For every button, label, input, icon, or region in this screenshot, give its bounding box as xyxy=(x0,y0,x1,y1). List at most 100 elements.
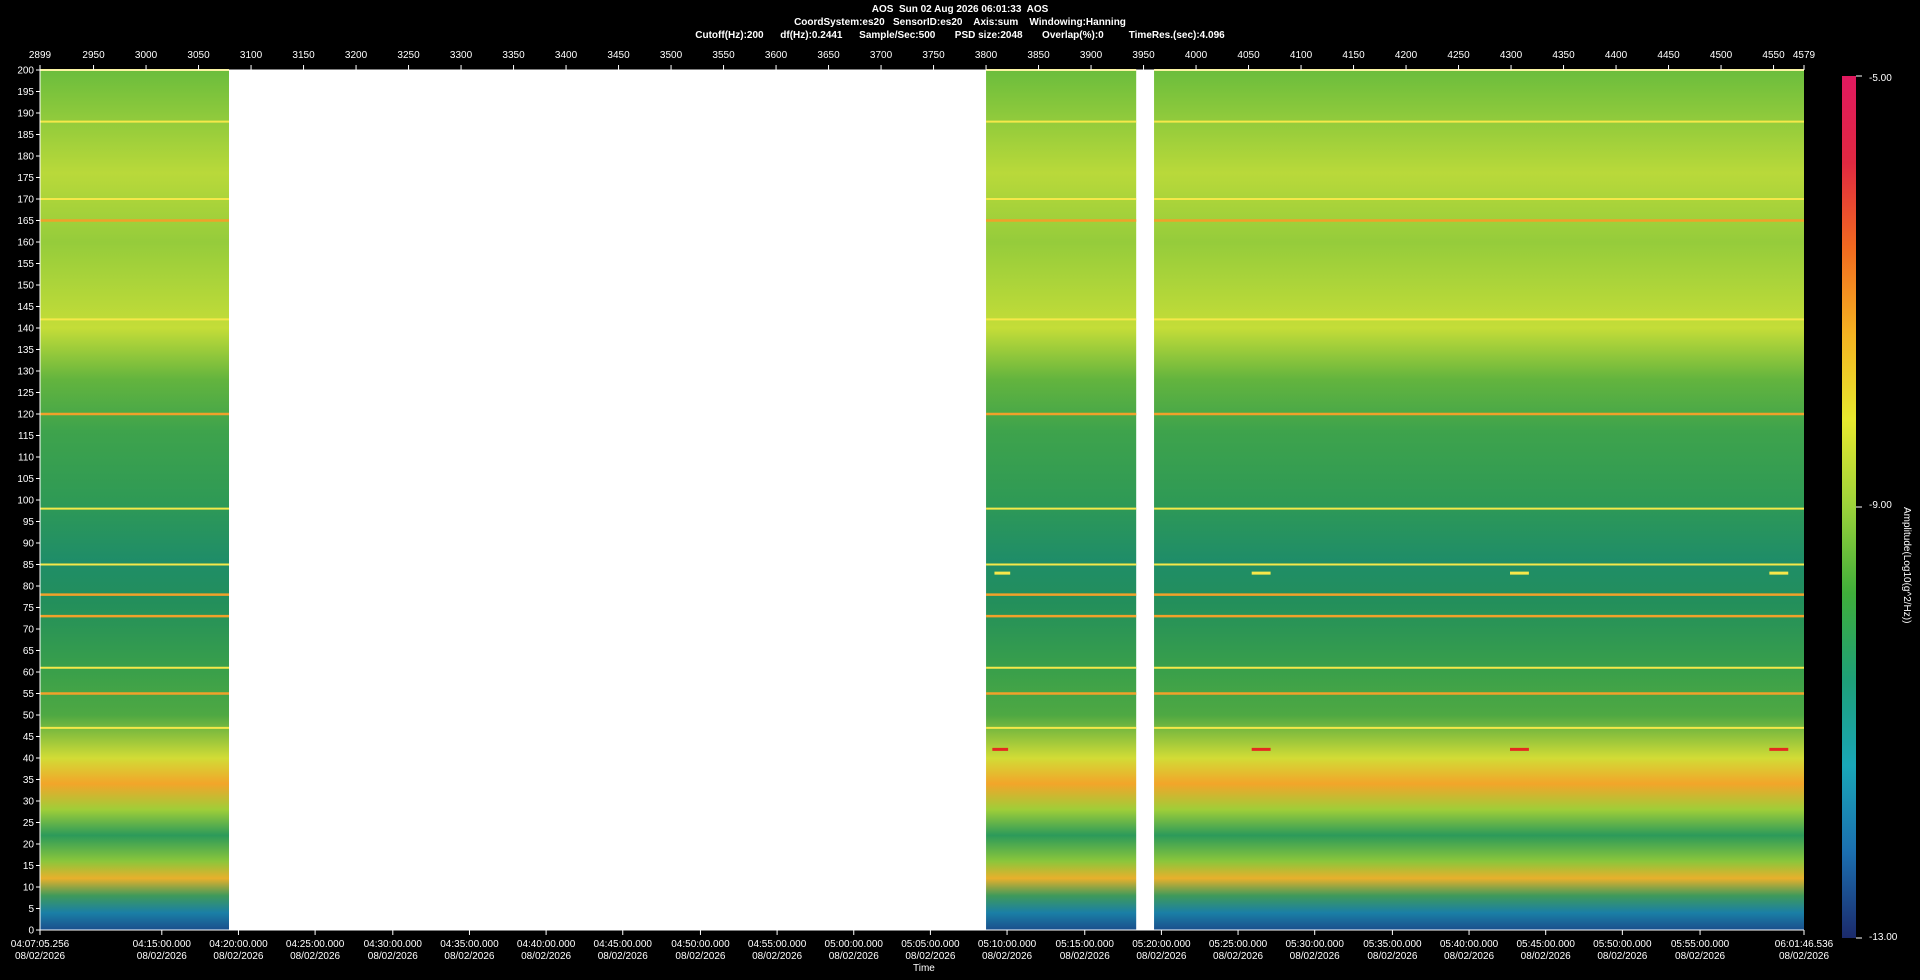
y-tick-label-200: 200 xyxy=(17,66,34,77)
top-tick-label-4400: 4400 xyxy=(1605,50,1628,61)
time-tick-label-18: 05:40:00.000 xyxy=(1440,939,1499,950)
y-tick-label-125: 125 xyxy=(17,388,34,399)
y-tick-label-105: 105 xyxy=(17,474,34,485)
time-tick-label-5: 04:35:00.000 xyxy=(440,939,499,950)
time-tick-label-2: 04:20:00.000 xyxy=(209,939,268,950)
date-tick-label-9: 08/02/2026 xyxy=(752,951,802,962)
x-axis-label: Time xyxy=(913,963,935,974)
date-tick-label-0: 08/02/2026 xyxy=(15,951,65,962)
time-tick-label-12: 05:10:00.000 xyxy=(978,939,1037,950)
date-tick-label-14: 08/02/2026 xyxy=(1136,951,1186,962)
top-tick-label-4000: 4000 xyxy=(1185,50,1208,61)
y-tick-label-190: 190 xyxy=(17,109,34,120)
y-tick-label-165: 165 xyxy=(17,216,34,227)
y-tick-label-30: 30 xyxy=(23,797,35,808)
top-tick-label-3750: 3750 xyxy=(922,50,945,61)
date-tick-label-15: 08/02/2026 xyxy=(1213,951,1263,962)
y-tick-label-85: 85 xyxy=(23,560,35,571)
y-tick-label-135: 135 xyxy=(17,345,34,356)
y-tick-label-35: 35 xyxy=(23,775,35,786)
date-tick-label-8: 08/02/2026 xyxy=(675,951,725,962)
time-tick-label-22: 06:01:46.536 xyxy=(1775,939,1834,950)
date-tick-label-20: 08/02/2026 xyxy=(1597,951,1647,962)
top-tick-label-3700: 3700 xyxy=(870,50,893,61)
time-axis: 04:07:05.25608/02/202604:15:00.00008/02/… xyxy=(11,929,1834,962)
colorbar-max-label: -5.00 xyxy=(1869,73,1892,84)
time-tick-label-21: 05:55:00.000 xyxy=(1671,939,1730,950)
y-tick-label-15: 15 xyxy=(23,861,35,872)
time-tick-label-9: 04:55:00.000 xyxy=(748,939,807,950)
y-tick-label-40: 40 xyxy=(23,754,35,765)
top-tick-label-3550: 3550 xyxy=(712,50,735,61)
date-tick-label-21: 08/02/2026 xyxy=(1675,951,1725,962)
top-tick-label-3600: 3600 xyxy=(765,50,788,61)
date-tick-label-12: 08/02/2026 xyxy=(982,951,1032,962)
top-tick-label-4050: 4050 xyxy=(1237,50,1260,61)
top-tick-label-2950: 2950 xyxy=(82,50,105,61)
time-tick-label-19: 05:45:00.000 xyxy=(1517,939,1576,950)
time-tick-label-1: 04:15:00.000 xyxy=(133,939,192,950)
top-tick-label-3000: 3000 xyxy=(135,50,158,61)
y-tick-label-155: 155 xyxy=(17,259,34,270)
time-tick-label-16: 05:30:00.000 xyxy=(1286,939,1345,950)
top-tick-label-3050: 3050 xyxy=(187,50,210,61)
time-tick-label-13: 05:15:00.000 xyxy=(1056,939,1115,950)
top-tick-label-3150: 3150 xyxy=(292,50,315,61)
top-tick-label-4350: 4350 xyxy=(1552,50,1575,61)
top-tick-label-3100: 3100 xyxy=(240,50,263,61)
y-tick-label-80: 80 xyxy=(23,582,35,593)
y-tick-label-90: 90 xyxy=(23,539,35,550)
top-tick-label-2899: 2899 xyxy=(29,50,52,61)
date-tick-label-22: 08/02/2026 xyxy=(1779,951,1829,962)
top-axis: 2899 2950 3000 3050 3100 3150 3200 3250 3300 3350… xyxy=(29,50,1816,71)
y-tick-label-120: 120 xyxy=(17,410,34,421)
top-tick-label-4300: 4300 xyxy=(1500,50,1523,61)
top-tick-label-3850: 3850 xyxy=(1027,50,1050,61)
top-tick-label-4579: 4579 xyxy=(1793,50,1816,61)
y-tick-label-110: 110 xyxy=(18,453,34,464)
date-tick-label-10: 08/02/2026 xyxy=(829,951,879,962)
top-tick-label-3800: 3800 xyxy=(975,50,998,61)
date-tick-label-3: 08/02/2026 xyxy=(290,951,340,962)
y-tick-label-175: 175 xyxy=(17,173,34,184)
y-tick-label-140: 140 xyxy=(17,324,34,335)
top-tick-label-3250: 3250 xyxy=(397,50,420,61)
top-tick-label-3300: 3300 xyxy=(450,50,473,61)
time-tick-label-11: 05:05:00.000 xyxy=(901,939,960,950)
top-tick-label-3350: 3350 xyxy=(502,50,525,61)
date-tick-label-2: 08/02/2026 xyxy=(213,951,263,962)
top-tick-label-3450: 3450 xyxy=(607,50,630,61)
y-tick-label-95: 95 xyxy=(23,517,35,528)
time-tick-label-17: 05:35:00.000 xyxy=(1363,939,1422,950)
top-tick-label-3900: 3900 xyxy=(1080,50,1103,61)
date-tick-label-18: 08/02/2026 xyxy=(1444,951,1494,962)
date-tick-label-17: 08/02/2026 xyxy=(1367,951,1417,962)
top-tick-label-3500: 3500 xyxy=(660,50,683,61)
y-tick-label-160: 160 xyxy=(17,238,34,249)
time-tick-label-7: 04:45:00.000 xyxy=(594,939,653,950)
time-tick-label-20: 05:50:00.000 xyxy=(1593,939,1652,950)
colorbar-min-label: -13.00 xyxy=(1869,932,1898,943)
y-tick-label-5: 5 xyxy=(28,904,34,915)
top-tick-label-3650: 3650 xyxy=(817,50,840,61)
colorbar-ramp xyxy=(1842,76,1856,938)
time-tick-label-14: 05:20:00.000 xyxy=(1132,939,1191,950)
y-tick-label-65: 65 xyxy=(23,646,35,657)
time-tick-label-15: 05:25:00.000 xyxy=(1209,939,1268,950)
y-tick-label-100: 100 xyxy=(17,496,34,507)
top-tick-label-4100: 4100 xyxy=(1290,50,1313,61)
y-tick-label-45: 45 xyxy=(23,732,35,743)
top-tick-label-4200: 4200 xyxy=(1395,50,1418,61)
spectrogram-chart: 0510152025303540455055606570758085909510… xyxy=(11,50,1862,962)
colorbar-title: Amplitude(Log10(g^2/Hz)) xyxy=(1901,507,1912,624)
time-tick-label-6: 04:40:00.000 xyxy=(517,939,576,950)
colorbar-mid-label: -9.00 xyxy=(1869,500,1892,511)
y-tick-label-150: 150 xyxy=(17,281,34,292)
date-tick-label-5: 08/02/2026 xyxy=(444,951,494,962)
time-tick-label-10: 05:00:00.000 xyxy=(825,939,884,950)
top-tick-label-4450: 4450 xyxy=(1657,50,1680,61)
y-axis: 0 5 10 15 20 25 30 35 40 45 50 55 60 65 70 75 80 85 90 95 10… xyxy=(17,66,41,937)
date-tick-label-19: 08/02/2026 xyxy=(1521,951,1571,962)
y-tick-label-25: 25 xyxy=(23,818,35,829)
y-tick-label-115: 115 xyxy=(18,431,34,442)
